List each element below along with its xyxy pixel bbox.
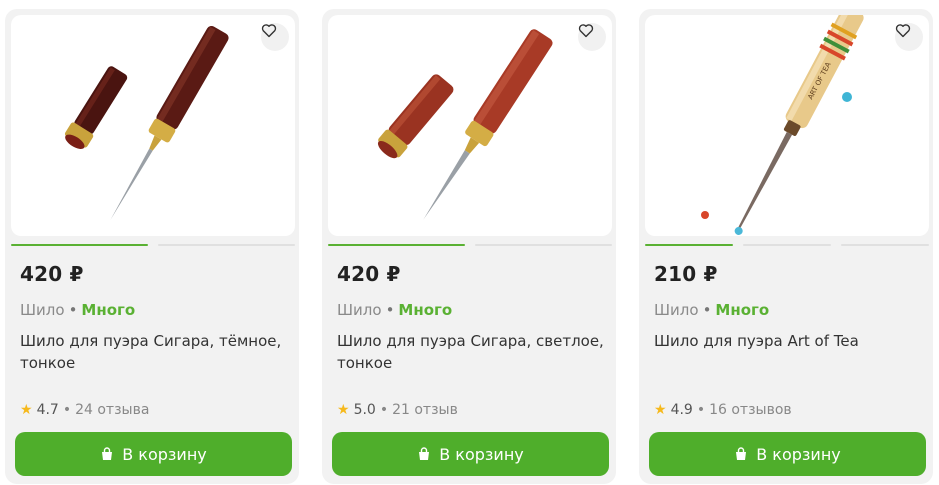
image-slider-indicator[interactable] bbox=[328, 244, 612, 246]
awl-dark-image bbox=[64, 25, 229, 221]
product-card[interactable]: 420 ₽ Шило • Много Шило для пуэра Сигара, … bbox=[5, 9, 299, 484]
reviews-link[interactable]: 24 отзыва bbox=[75, 402, 149, 418]
favorite-button[interactable] bbox=[895, 23, 923, 51]
star-icon: ★ bbox=[654, 402, 667, 418]
slider-dot[interactable] bbox=[645, 244, 733, 246]
heart-outline-icon bbox=[261, 24, 277, 38]
heart-outline-icon bbox=[578, 24, 594, 38]
product-category: Шило bbox=[337, 301, 382, 319]
product-card[interactable]: ART OF TEA 210 ₽ Шило • Много Шило для п… bbox=[639, 9, 933, 484]
image-slider-indicator[interactable] bbox=[11, 244, 295, 246]
rating-separator: • bbox=[62, 402, 72, 418]
add-to-cart-button[interactable]: В корзину bbox=[15, 432, 292, 476]
stock-status: Много bbox=[81, 301, 136, 319]
add-to-cart-label: В корзину bbox=[122, 444, 207, 464]
product-rating: ★ 4.7 • 24 отзыва bbox=[20, 402, 149, 418]
product-price: 420 ₽ bbox=[20, 262, 84, 286]
awl-light-image bbox=[377, 29, 553, 221]
meta-separator: • bbox=[702, 301, 712, 319]
slider-dot[interactable] bbox=[328, 244, 465, 246]
product-image[interactable] bbox=[328, 15, 612, 236]
slider-dot[interactable] bbox=[475, 244, 612, 246]
heart-outline-icon bbox=[895, 24, 911, 38]
slider-dot[interactable] bbox=[841, 244, 929, 246]
meta-separator: • bbox=[68, 301, 78, 319]
rating-value: 4.7 bbox=[36, 402, 59, 418]
product-price: 210 ₽ bbox=[654, 262, 718, 286]
image-slider-indicator[interactable] bbox=[645, 244, 929, 246]
product-grid: 420 ₽ Шило • Много Шило для пуэра Сигара, … bbox=[0, 0, 939, 485]
reviews-link[interactable]: 21 отзыв bbox=[392, 402, 458, 418]
product-category: Шило bbox=[654, 301, 699, 319]
rating-value: 5.0 bbox=[353, 402, 376, 418]
rating-separator: • bbox=[696, 402, 706, 418]
product-meta: Шило • Много bbox=[20, 301, 135, 319]
add-to-cart-label: В корзину bbox=[756, 444, 841, 464]
product-title[interactable]: Шило для пуэра Сигара, тёмное, тонкое bbox=[20, 330, 290, 374]
reviews-link[interactable]: 16 отзывов bbox=[709, 402, 792, 418]
add-to-cart-button[interactable]: В корзину bbox=[332, 432, 609, 476]
shopping-bag-icon bbox=[736, 447, 747, 460]
add-to-cart-button[interactable]: В корзину bbox=[649, 432, 926, 476]
meta-separator: • bbox=[385, 301, 395, 319]
add-to-cart-label: В корзину bbox=[439, 444, 524, 464]
shopping-bag-icon bbox=[102, 447, 113, 460]
star-icon: ★ bbox=[337, 402, 350, 418]
product-image[interactable]: ART OF TEA bbox=[645, 15, 929, 236]
rating-separator: • bbox=[379, 402, 389, 418]
slider-dot[interactable] bbox=[158, 244, 295, 246]
product-category: Шило bbox=[20, 301, 65, 319]
stock-status: Много bbox=[398, 301, 453, 319]
product-meta: Шило • Много bbox=[337, 301, 452, 319]
product-rating: ★ 4.9 • 16 отзывов bbox=[654, 402, 792, 418]
slider-dot[interactable] bbox=[11, 244, 148, 246]
favorite-button[interactable] bbox=[261, 23, 289, 51]
product-card[interactable]: 420 ₽ Шило • Много Шило для пуэра Сигара, … bbox=[322, 9, 616, 484]
awl-art-of-tea-image: ART OF TEA bbox=[701, 15, 864, 235]
slider-dot[interactable] bbox=[743, 244, 831, 246]
stock-status: Много bbox=[715, 301, 770, 319]
product-title[interactable]: Шило для пуэра Сигара, светлое, тонкое bbox=[337, 330, 607, 374]
rating-value: 4.9 bbox=[670, 402, 693, 418]
star-icon: ★ bbox=[20, 402, 33, 418]
shopping-bag-icon bbox=[419, 447, 430, 460]
product-title[interactable]: Шило для пуэра Art of Tea bbox=[654, 330, 924, 352]
product-meta: Шило • Много bbox=[654, 301, 769, 319]
favorite-button[interactable] bbox=[578, 23, 606, 51]
product-rating: ★ 5.0 • 21 отзыв bbox=[337, 402, 458, 418]
product-price: 420 ₽ bbox=[337, 262, 401, 286]
product-image[interactable] bbox=[11, 15, 295, 236]
